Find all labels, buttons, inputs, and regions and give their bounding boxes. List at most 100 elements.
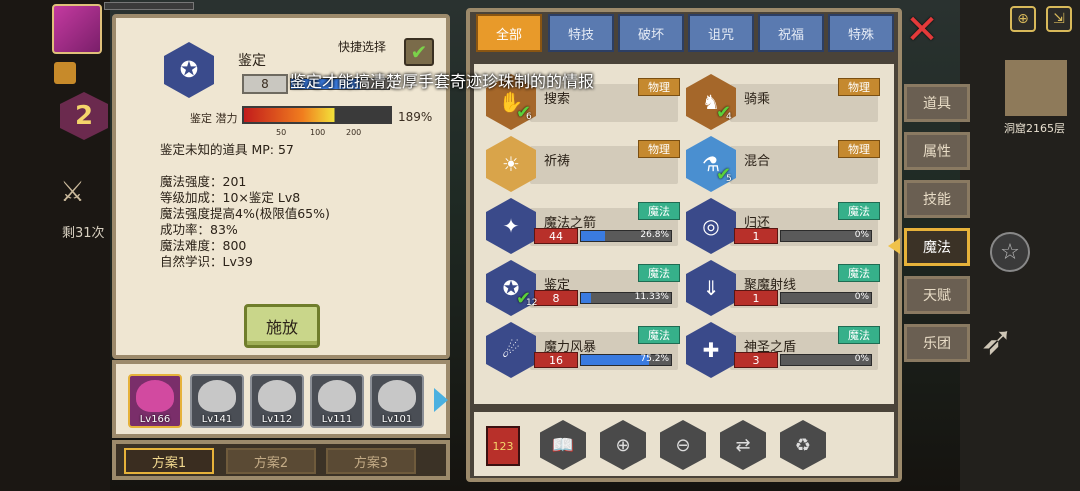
category-magic[interactable]: 魔法 [904,228,970,266]
skill-entry[interactable]: ⚗ 混合 物理 ✔ 5 [686,136,882,192]
ray-icon: ⇓ [686,260,736,316]
skill-level: 44 [534,228,578,244]
skill-entry[interactable]: ✚ 神圣之盾 魔法 3 0% [686,322,882,378]
skill-progress-bar: 26.8% [580,230,672,242]
skill-progress-text: 0% [854,354,869,364]
crossed-swords-icon[interactable]: ⚔ [60,175,85,208]
holy-shield-icon: ✚ [686,322,736,378]
skill-progress-bar: 0% [780,292,872,304]
potential-bar [242,106,392,124]
tab-special-skill[interactable]: 特技 [548,14,614,52]
hero-slot[interactable]: Lv141 [190,374,244,428]
skill-level: 8 [242,74,288,94]
skill-level: 1 [734,290,778,306]
star-icon[interactable]: ☆ [990,232,1030,272]
stat-line: 等级加成：10×鉴定 Lv8 [160,190,301,205]
hero-slot[interactable]: Lv166 [128,374,182,428]
category-talent[interactable]: 天赋 [904,276,970,314]
skill-name: 混合 [744,154,771,169]
book-icon[interactable]: 📖 [540,420,586,470]
category-band[interactable]: 乐团 [904,324,970,362]
potential-tick: 50 [276,128,287,137]
hero-slot[interactable]: Lv101 [370,374,424,428]
search-minus-icon[interactable]: ⊖ [660,420,706,470]
skill-type-tag: 物理 [638,78,680,96]
plan-selector: 方案1 方案2 方案3 [112,440,450,480]
tab-blessing[interactable]: 祝福 [758,14,824,52]
quick-select-label: 快捷选择 [338,40,387,54]
stat-line: 魔法难度：800 [160,238,247,253]
plan-tab[interactable]: 方案2 [226,448,316,474]
globe-icon[interactable]: ⊕ [1010,6,1036,32]
category-skills[interactable]: 技能 [904,180,970,218]
skill-type-tag: 物理 [838,140,880,158]
close-icon[interactable]: ✕ [904,10,940,50]
skill-name: 骑乘 [744,92,771,107]
skill-grid: ✋ 搜索 物理 ✔ 6 ♞ 骑乘 物理 ✔ 4 ☀ 祈祷 物理 ⚗ 混合 物理 ✔ 5 ✦ 魔法之箭 魔法 44 26.8%… [474,64,894,404]
stat-line: 魔法强度：201 [160,174,247,189]
skill-type-tag: 魔法 [638,326,680,344]
category-items[interactable]: 道具 [904,84,970,122]
skill-type-tag: 魔法 [838,264,880,282]
plan-tab[interactable]: 方案1 [124,448,214,474]
skill-progress-text: 0% [854,292,869,302]
hero-level: Lv101 [381,414,413,425]
recycle-icon[interactable]: ♻ [780,420,826,470]
identify-icon: ✪ [164,42,214,98]
skill-progress-text: 75.2% [640,354,669,364]
tab-special[interactable]: 特殊 [828,14,894,52]
skill-progress-text: 0% [854,230,869,240]
battle-count: 剩31次 [62,226,105,241]
skill-type-tag: 魔法 [838,202,880,220]
hero-level: Lv166 [139,414,171,425]
skill-level: 16 [534,352,578,368]
search-plus-icon[interactable]: ⊕ [600,420,646,470]
skill-entry[interactable]: ☀ 祈祷 物理 [486,136,682,192]
tab-all[interactable]: 全部 [476,14,542,52]
potential-percent: 189% [398,110,433,124]
detail-title: 鉴定 [238,53,266,69]
skill-type-tag: 魔法 [638,202,680,220]
skill-progress-text: 26.8% [640,230,669,240]
skill-type-tag: 魔法 [838,326,880,344]
skill-entry[interactable]: ◎ 归还 魔法 1 0% [686,198,882,254]
exit-icon[interactable]: ⇲ [1046,6,1072,32]
bow-icon[interactable]: ➶ [980,318,1014,364]
skill-progress-fill [581,355,649,365]
skill-entry[interactable]: ♞ 骑乘 物理 ✔ 4 [686,74,882,130]
skill-progress-bar: 11.33% [580,292,672,304]
hero-level: Lv111 [321,414,353,425]
skill-progress-bar: 75.2% [580,354,672,366]
quick-select-checkbox[interactable]: ✔ [404,38,434,66]
category-attributes[interactable]: 属性 [904,132,970,170]
player-avatar[interactable] [52,4,102,54]
swap-icon[interactable]: ⇄ [720,420,766,470]
skill-entry[interactable]: ✦ 魔法之箭 魔法 44 26.8% [486,198,682,254]
skill-entry[interactable]: ✪ 鉴定 魔法 8 11.33% ✔ 12 [486,260,682,316]
quick-slot-number: 4 [726,112,732,122]
skill-type-tag: 物理 [638,140,680,158]
hero-slot[interactable]: Lv111 [310,374,364,428]
hero-slot[interactable]: Lv112 [250,374,304,428]
quick-slot-number: 6 [526,112,532,122]
gift-icon[interactable] [54,62,76,84]
tab-curse[interactable]: 诅咒 [688,14,754,52]
quick-slot-number: 12 [526,298,538,308]
active-category-arrow-icon [888,238,900,254]
stat-line: 成功率：83% [160,222,238,237]
return-icon: ◎ [686,198,736,254]
sort-number-icon[interactable]: 123 [486,426,520,466]
plan-tab[interactable]: 方案3 [326,448,416,474]
tab-destruction[interactable]: 破坏 [618,14,684,52]
next-hero-arrow-icon[interactable] [434,388,448,412]
potential-tick: 200 [346,128,362,137]
skill-name: 祈祷 [544,154,571,169]
hero-level: Lv141 [201,414,233,425]
cast-button[interactable]: 施放 [244,304,320,348]
quick-slot-number: 5 [726,174,732,184]
skill-entry[interactable]: ☄ 魔力风暴 魔法 16 75.2% [486,322,682,378]
stat-line: 自然学识：Lv39 [160,254,253,269]
skill-entry[interactable]: ⇓ 聚魔射线 魔法 1 0% [686,260,882,316]
hp-bar [104,2,194,10]
cave-minimap[interactable] [1005,60,1067,116]
